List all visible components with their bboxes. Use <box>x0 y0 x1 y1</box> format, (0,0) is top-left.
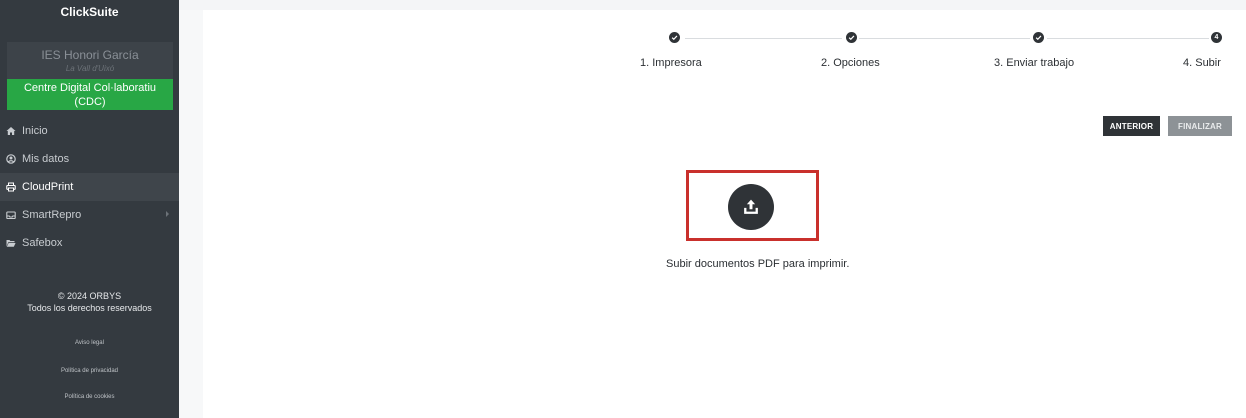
sidebar-item-mis-datos[interactable]: Mis datos <box>0 145 179 173</box>
folder-open-icon <box>6 238 16 248</box>
caret-right-icon <box>166 211 169 217</box>
sidebar-nav: Inicio Mis datos CloudPrint SmartRepro S… <box>0 117 179 257</box>
user-circle-icon <box>6 154 16 164</box>
step-2-indicator <box>846 32 857 43</box>
rights-text: Todos los derechos reservados <box>27 303 152 313</box>
cdc-badge[interactable]: Centre Digital Col·laboratiu (CDC) <box>7 79 173 110</box>
main-left-gutter <box>179 10 203 418</box>
checkmark-icon <box>1035 35 1042 41</box>
copyright-text: © 2024 ORBYS <box>57 291 122 301</box>
step-4-indicator: 4 <box>1211 32 1222 43</box>
inbox-tray-icon <box>6 210 16 220</box>
step-4-number: 4 <box>1214 34 1219 41</box>
sidebar-item-label: CloudPrint <box>22 181 74 193</box>
sidebar-item-cloudprint[interactable]: CloudPrint <box>0 173 179 201</box>
checkmark-icon <box>671 35 678 41</box>
brand-title: ClickSuite <box>60 5 119 19</box>
step-connector <box>1047 38 1209 39</box>
sidebar-item-safebox[interactable]: Safebox <box>0 229 179 257</box>
upload-caption: Subir documentos PDF para imprimir. <box>666 258 850 270</box>
previous-button[interactable]: ANTERIOR <box>1103 116 1160 136</box>
organization-name: IES Honori García <box>41 48 139 62</box>
step-4-label: 4. Subir <box>1183 57 1221 69</box>
main-topbar <box>179 0 1246 10</box>
organization-city: La Vall d'Uixó <box>65 64 115 73</box>
sidebar: ClickSuite IES Honori García La Vall d'U… <box>0 0 179 418</box>
cookie-policy-link[interactable]: Política de cookies <box>0 394 179 400</box>
sidebar-item-label: Inicio <box>22 125 48 137</box>
sidebar-item-smartrepro[interactable]: SmartRepro <box>0 201 179 229</box>
step-1-indicator <box>669 32 680 43</box>
step-connector <box>859 38 1030 39</box>
privacy-policy-link[interactable]: Política de privacidad <box>0 368 179 374</box>
sidebar-item-inicio[interactable]: Inicio <box>0 117 179 145</box>
step-3-indicator <box>1033 32 1044 43</box>
step-connector <box>685 38 842 39</box>
sidebar-footer: © 2024 ORBYS Todos los derechos reservad… <box>0 290 179 314</box>
step-1-label: 1. Impresora <box>640 57 702 69</box>
legal-notice-link[interactable]: Aviso legal <box>0 340 179 346</box>
upload-button[interactable] <box>728 184 774 230</box>
finish-button[interactable]: FINALIZAR <box>1168 116 1232 136</box>
app-root: ClickSuite IES Honori García La Vall d'U… <box>0 0 1246 418</box>
sidebar-item-label: Mis datos <box>22 153 70 165</box>
sidebar-item-label: SmartRepro <box>22 209 82 221</box>
sidebar-item-label: Safebox <box>22 237 63 249</box>
step-3-label: 3. Enviar trabajo <box>994 57 1075 69</box>
step-2-label: 2. Opciones <box>821 57 880 69</box>
upload-icon <box>744 199 758 214</box>
home-icon <box>6 126 16 136</box>
printer-icon <box>6 182 16 192</box>
checkmark-icon <box>848 35 855 41</box>
